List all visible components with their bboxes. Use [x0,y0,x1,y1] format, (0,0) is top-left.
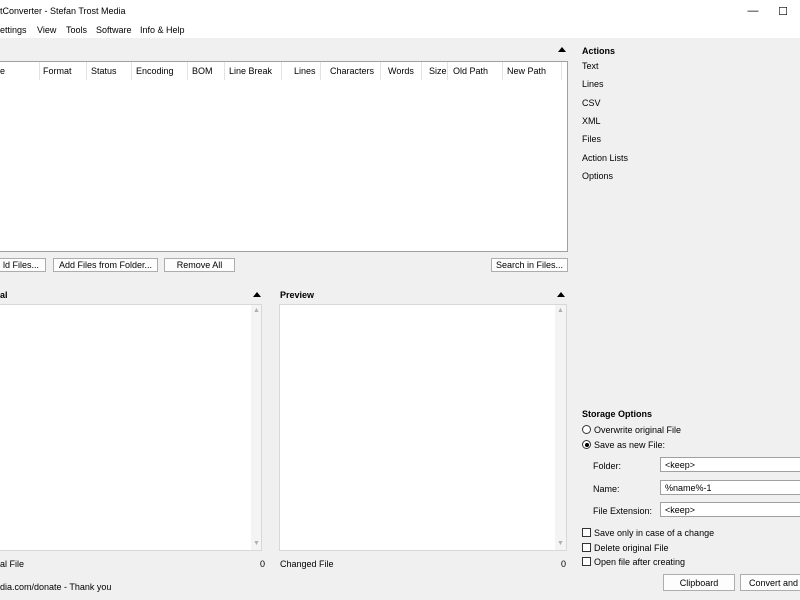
action-text[interactable]: Text [582,61,599,71]
save-as-new-radio[interactable] [582,440,591,449]
delete-original-checkbox[interactable] [582,543,591,552]
column-header-words[interactable]: Words [388,66,414,76]
preview-pane-title: Preview [280,290,315,300]
menu-bar: ettings View Tools Software Info & Help [0,22,800,38]
column-separator[interactable] [224,62,225,80]
changed-file-label: Changed File [280,559,334,569]
collapse-original-icon[interactable] [253,292,261,297]
open-after-creating-label[interactable]: Open file after creating [594,557,685,567]
clipboard-button[interactable]: Clipboard [663,574,735,591]
add-files-button[interactable]: ld Files... [0,258,46,272]
original-file-label: al File [0,559,25,569]
donate-status-text[interactable]: dia.com/donate - Thank you [0,582,111,592]
menu-info-help[interactable]: Info & Help [140,25,185,35]
add-files-from-folder-button[interactable]: Add Files from Folder... [53,258,158,272]
folder-select[interactable]: <keep> [660,457,800,472]
actions-title: Actions [582,46,616,56]
file-extension-label: File Extension: [593,506,653,516]
name-field[interactable]: %name%-1 [660,480,800,495]
remove-all-button[interactable]: Remove All [164,258,235,272]
original-pane-title: al [0,290,8,300]
minimize-icon: — [747,5,759,17]
column-separator[interactable] [561,62,562,80]
column-header-size[interactable]: Size [429,66,447,76]
overwrite-original-label[interactable]: Overwrite original File [594,425,681,435]
action-options[interactable]: Options [582,171,613,181]
column-header-line-break[interactable]: Line Break [229,66,272,76]
storage-options-title: Storage Options [582,409,653,419]
scroll-up-arrow-icon[interactable]: ▲ [557,307,564,314]
menu-settings[interactable]: ettings [0,25,27,35]
column-header-bom[interactable]: BOM [192,66,213,76]
column-header-status[interactable]: Status [91,66,117,76]
original-scrollbar[interactable]: ▲ ▼ [251,305,261,550]
column-separator[interactable] [421,62,422,80]
save-only-change-label[interactable]: Save only in case of a change [594,528,714,538]
menu-software[interactable]: Software [96,25,132,35]
search-in-files-button[interactable]: Search in Files... [491,258,568,272]
window-title: tConverter - Stefan Trost Media [0,6,126,16]
action-lines[interactable]: Lines [582,79,604,89]
column-header-characters[interactable]: Characters [330,66,374,76]
name-label: Name: [593,484,620,494]
column-separator[interactable] [39,62,40,80]
file-extension-value: <keep> [665,505,696,515]
column-header-lines[interactable]: Lines [294,66,316,76]
file-extension-field[interactable]: <keep> [660,502,800,517]
column-separator[interactable] [447,62,448,80]
column-separator[interactable] [131,62,132,80]
original-file-count: 0 [260,559,266,569]
action-action-lists[interactable]: Action Lists [582,153,628,163]
collapse-preview-icon[interactable] [557,292,565,297]
overwrite-original-radio[interactable] [582,425,591,434]
column-separator[interactable] [380,62,381,80]
name-value: %name%-1 [665,483,712,493]
maximize-icon: ☐ [778,5,788,18]
convert-and-save-button[interactable]: Convert and S [740,574,800,591]
column-separator[interactable] [320,62,321,80]
preview-text-area[interactable] [279,304,567,551]
action-files[interactable]: Files [582,134,601,144]
action-csv[interactable]: CSV [582,98,601,108]
original-text-area[interactable] [0,304,262,551]
folder-value: <keep> [665,460,696,470]
preview-scrollbar[interactable]: ▲ ▼ [555,305,566,550]
maximize-button[interactable]: ☐ [768,0,798,22]
column-separator[interactable] [281,62,282,80]
scroll-down-arrow-icon[interactable]: ▼ [557,540,564,547]
scroll-up-arrow-icon[interactable]: ▲ [253,307,260,314]
collapse-file-list-icon[interactable] [558,47,566,52]
scroll-down-arrow-icon[interactable]: ▼ [253,540,260,547]
changed-file-count: 0 [561,559,567,569]
open-after-creating-checkbox[interactable] [582,557,591,566]
column-separator[interactable] [187,62,188,80]
save-as-new-label[interactable]: Save as new File: [594,440,665,450]
column-header-old-path[interactable]: Old Path [453,66,488,76]
file-list-table[interactable] [0,61,568,252]
column-header-format[interactable]: Format [43,66,72,76]
action-xml[interactable]: XML [582,116,601,126]
column-header-encoding[interactable]: Encoding [136,66,174,76]
folder-label: Folder: [593,461,622,471]
column-separator[interactable] [86,62,87,80]
menu-tools[interactable]: Tools [66,25,87,35]
menu-view[interactable]: View [37,25,56,35]
column-separator[interactable] [502,62,503,80]
column-header-name[interactable]: e [0,66,5,76]
column-header-new-path[interactable]: New Path [507,66,546,76]
save-only-change-checkbox[interactable] [582,528,591,537]
title-bar: tConverter - Stefan Trost Media — ☐ [0,0,800,22]
minimize-button[interactable]: — [738,0,768,22]
delete-original-label[interactable]: Delete original File [594,543,669,553]
